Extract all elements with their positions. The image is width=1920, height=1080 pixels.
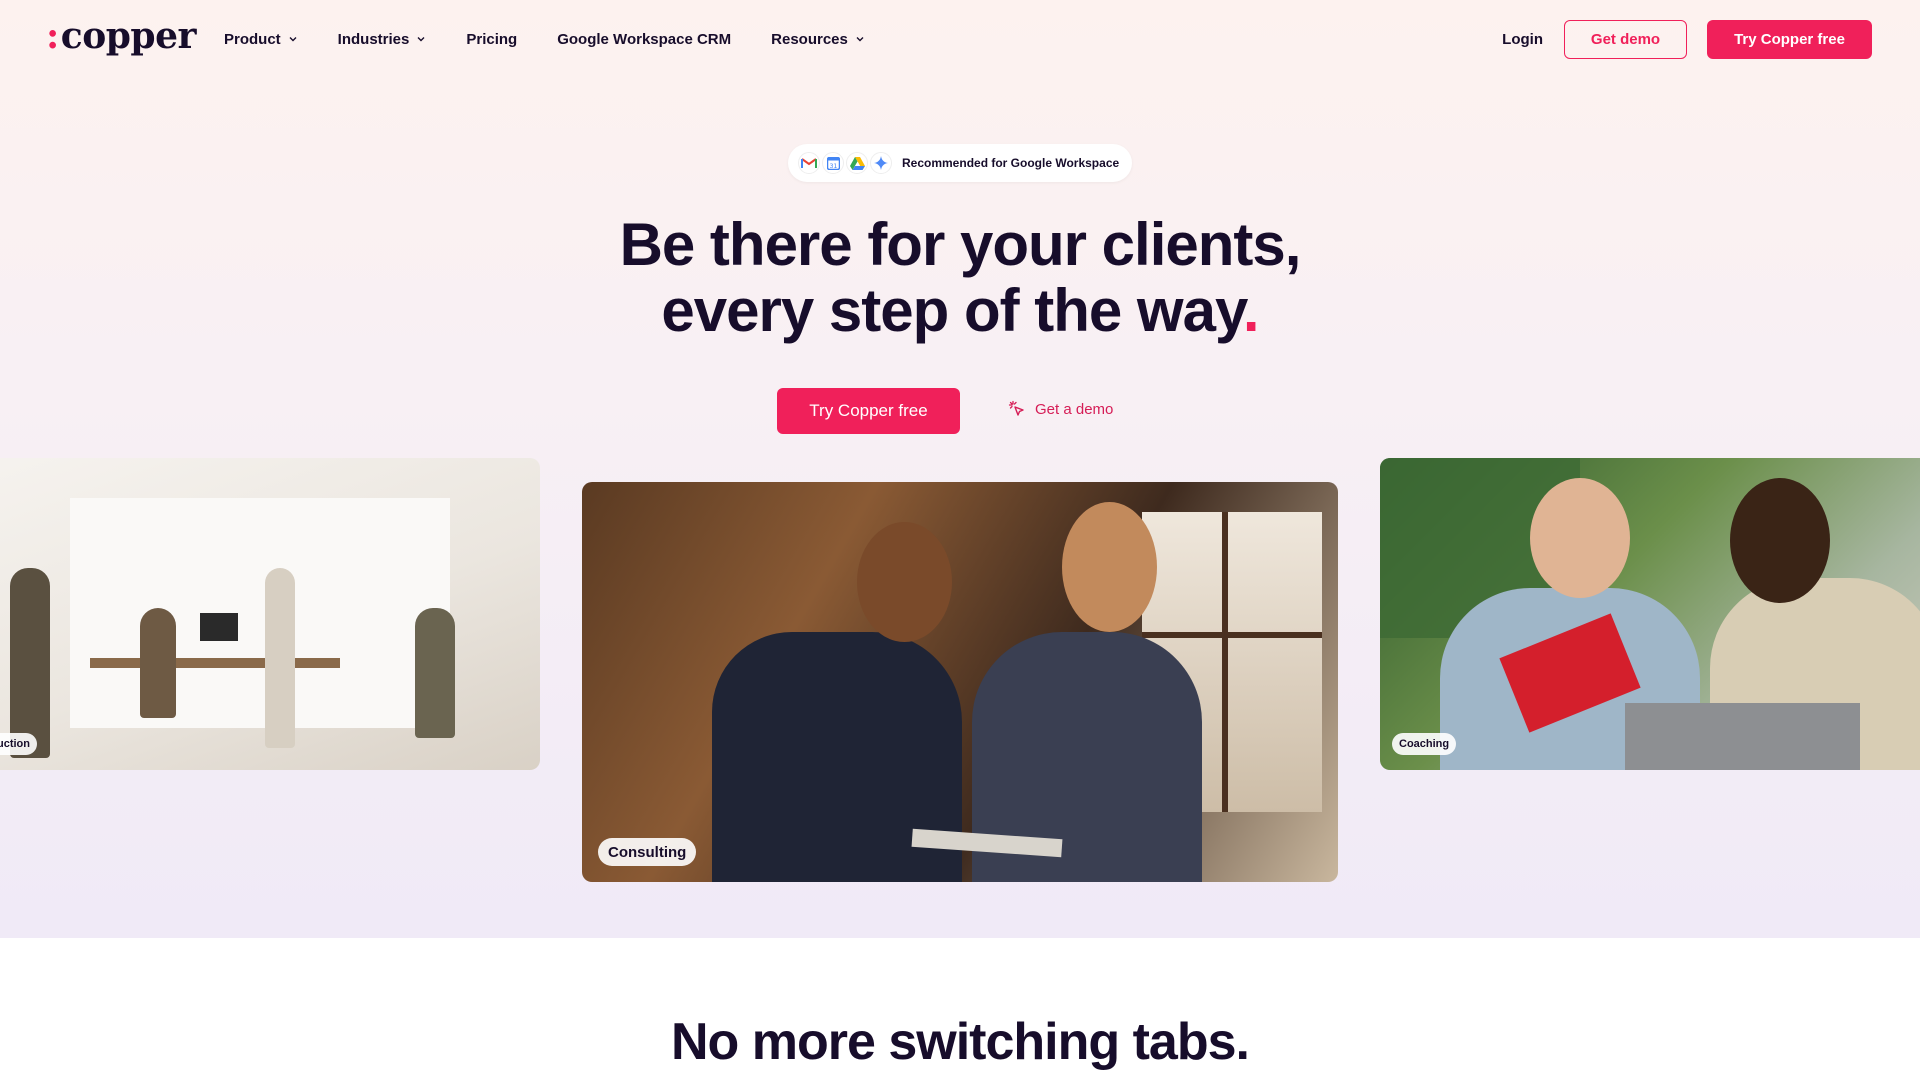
nav-links: Product Industries Pricing Google Worksp…: [224, 27, 905, 51]
nav-item-resources[interactable]: Resources: [771, 27, 865, 51]
chevron-down-icon: [289, 37, 297, 42]
person-head-image: [1730, 478, 1830, 603]
nav-item-product[interactable]: Product: [224, 27, 298, 51]
industry-card-production[interactable]: uction: [0, 458, 540, 770]
hero-section: : copper Product Industries Pricing Goog…: [0, 0, 1920, 938]
industry-tag: uction: [0, 733, 37, 755]
window-frame-image: [1222, 512, 1228, 812]
gemini-icon: [870, 152, 892, 174]
nav-actions: Login Get demo Try Copper free: [1502, 20, 1872, 59]
headline-line-1: Be there for your clients,: [619, 211, 1302, 278]
top-nav: : copper Product Industries Pricing Goog…: [0, 0, 1920, 78]
get-demo-button[interactable]: Get demo: [1564, 20, 1687, 59]
nav-item-pricing[interactable]: Pricing: [466, 27, 517, 51]
monitor-image: [200, 613, 238, 641]
login-link[interactable]: Login: [1502, 31, 1543, 48]
nav-item-label: Pricing: [466, 30, 518, 48]
headline-line-2: every step of the way: [661, 277, 1243, 344]
cursor-click-icon: [1008, 400, 1024, 416]
industry-tag: Consulting: [598, 838, 697, 866]
section-title: No more switching tabs.: [671, 1013, 1250, 1071]
studio-backdrop-image: [70, 498, 450, 728]
person-figure-image: [140, 608, 176, 718]
gmail-icon: [798, 152, 820, 174]
industry-card-consulting[interactable]: Consulting: [582, 482, 1338, 882]
nav-item-label: Resources: [771, 30, 848, 48]
industry-tag: Coaching: [1392, 733, 1457, 755]
logo-wordmark: copper: [60, 15, 197, 57]
headline-accent-dot: .: [1242, 277, 1260, 344]
try-copper-free-hero-button[interactable]: Try Copper free: [777, 388, 960, 434]
person-figure-image: [265, 568, 295, 748]
badge-label: Recommended for Google Workspace: [902, 156, 1120, 170]
google-drive-icon: [846, 152, 868, 174]
get-a-demo-link[interactable]: Get a demo: [1008, 400, 1113, 418]
person-figure-image: [415, 608, 455, 738]
try-copper-free-button[interactable]: Try Copper free: [1707, 20, 1872, 59]
nav-item-industries[interactable]: Industries: [338, 27, 427, 51]
nav-item-google-workspace-crm[interactable]: Google Workspace CRM: [557, 27, 731, 51]
person-figure-image: [10, 568, 50, 758]
svg-text:31: 31: [829, 163, 837, 170]
logo-dot: :: [46, 15, 59, 57]
person-head-image: [1062, 502, 1157, 632]
get-a-demo-label: Get a demo: [1035, 400, 1114, 418]
person-head-image: [1530, 478, 1630, 598]
google-calendar-icon: 31: [822, 152, 844, 174]
laptop-image: [1625, 703, 1860, 770]
hero-headline: Be there for your clients, every step of…: [460, 212, 1460, 344]
window-frame-image: [1142, 632, 1322, 638]
google-workspace-badge: 31 Recommended for Google Workspace: [788, 144, 1132, 182]
studio-table-image: [90, 658, 340, 668]
nav-item-label: Google Workspace CRM: [557, 30, 732, 48]
industry-card-coaching[interactable]: Coaching: [1380, 458, 1920, 770]
nav-item-label: Product: [224, 30, 281, 48]
copper-logo[interactable]: : copper: [46, 14, 196, 58]
person-head-image: [857, 522, 952, 642]
chevron-down-icon: [856, 37, 864, 42]
nav-item-label: Industries: [337, 30, 410, 48]
chevron-down-icon: [417, 37, 425, 42]
